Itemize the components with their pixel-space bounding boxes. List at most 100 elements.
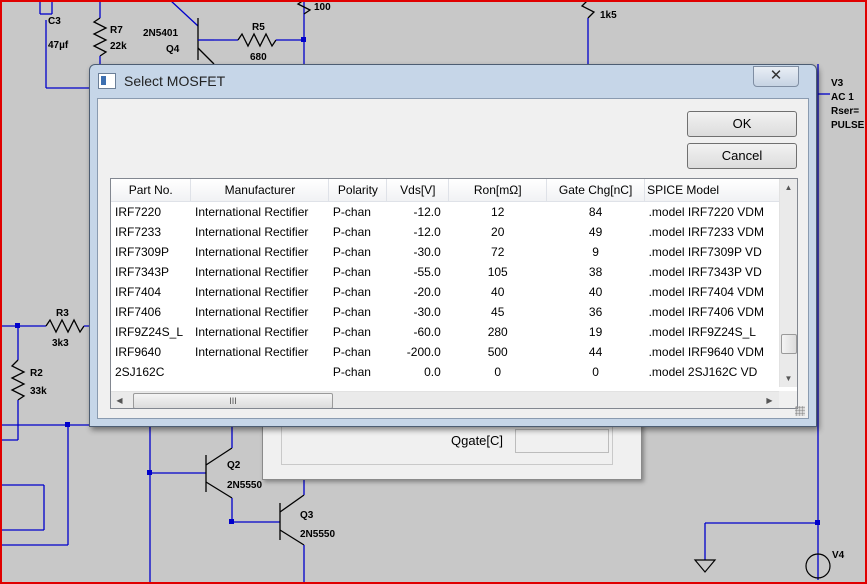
qgate-label: Qgate[C] xyxy=(451,433,504,448)
q4-type-label: 2N5401 xyxy=(143,28,178,39)
r2-value: 33k xyxy=(30,386,47,397)
cell-gate-charge: 9 xyxy=(592,245,599,259)
dialog-titlebar[interactable]: Select MOSFET ✕ xyxy=(90,65,816,95)
cell-gate-charge: 36 xyxy=(588,305,603,319)
cell-part-no: IRF7406 xyxy=(115,305,162,319)
close-icon: ✕ xyxy=(769,67,783,84)
cell-ron: 12 xyxy=(491,205,505,219)
cell-polarity: P-chan xyxy=(332,325,371,339)
table-row[interactable]: IRF7233 International Rectifier P-chan -12.… xyxy=(111,222,797,242)
resize-grip-icon[interactable] xyxy=(795,406,805,416)
q2-type-label: 2N5550 xyxy=(227,480,262,491)
cell-ron: 105 xyxy=(487,265,508,279)
v3-pulse-label: PULSE xyxy=(831,120,865,131)
cell-polarity: P-chan xyxy=(332,365,371,379)
cell-spice-model: .model IRF9640 VDM xyxy=(648,345,764,359)
table-row[interactable]: IRF7343P International Rectifier P-chan -55… xyxy=(111,262,797,282)
column-header-gate-charge[interactable]: Gate Chg[nC] xyxy=(546,179,646,202)
horizontal-scroll-thumb[interactable]: III xyxy=(133,393,333,408)
table-row[interactable]: IRF7404 International Rectifier P-chan -20.… xyxy=(111,282,797,302)
cell-ron: 0 xyxy=(494,365,502,379)
cell-part-no: IRF7220 xyxy=(115,205,162,219)
cell-vds: -20.0 xyxy=(413,285,441,299)
ok-button[interactable]: OK xyxy=(687,111,797,137)
cell-polarity: P-chan xyxy=(332,285,371,299)
c3-value: 47µf xyxy=(48,40,69,51)
cell-polarity: P-chan xyxy=(332,345,371,359)
cell-part-no: IRF7404 xyxy=(115,285,162,299)
cell-manufacturer: International Rectifier xyxy=(194,325,309,339)
column-header-vds[interactable]: Vds[V] xyxy=(386,179,450,202)
cell-manufacturer: International Rectifier xyxy=(194,245,309,259)
cell-vds: -200.0 xyxy=(406,345,441,359)
table-row[interactable]: IRF7220 International Rectifier P-chan -12.… xyxy=(111,202,797,223)
cell-spice-model: .model IRF9Z24S_L xyxy=(648,325,756,339)
r7-value: 22k xyxy=(110,41,127,52)
cell-gate-charge: 40 xyxy=(588,285,603,299)
horizontal-scrollbar[interactable]: ◀ III ▶ xyxy=(111,391,779,408)
scroll-left-icon[interactable]: ◀ xyxy=(111,392,128,408)
table-row[interactable]: IRF7406 International Rectifier P-chan -30.… xyxy=(111,302,797,322)
table-row[interactable]: IRF9640 International Rectifier P-chan -200… xyxy=(111,342,797,362)
r7-label: R7 xyxy=(110,25,123,36)
r5-label: R5 xyxy=(252,22,265,33)
dialog-title: Select MOSFET xyxy=(124,73,226,89)
v3-ac-label: AC 1 xyxy=(831,92,854,103)
right-resistor-value: 1k5 xyxy=(600,10,617,21)
cell-gate-charge: 19 xyxy=(588,325,603,339)
v4-label: V4 xyxy=(832,550,845,561)
cell-gate-charge: 49 xyxy=(588,225,603,239)
cell-ron: 40 xyxy=(491,285,505,299)
column-header-manufacturer[interactable]: Manufacturer xyxy=(190,179,330,202)
cell-manufacturer: International Rectifier xyxy=(194,225,309,239)
column-header-part-no[interactable]: Part No. xyxy=(111,179,192,202)
cancel-button[interactable]: Cancel xyxy=(687,143,797,169)
cell-ron: 20 xyxy=(491,225,505,239)
cell-vds: -12.0 xyxy=(413,205,441,219)
cell-manufacturer: International Rectifier xyxy=(194,305,309,319)
top-value-label: 100 xyxy=(314,2,331,13)
scroll-up-icon[interactable]: ▲ xyxy=(780,179,797,196)
table-row[interactable]: IRF9Z24S_L International Rectifier P-chan -… xyxy=(111,322,797,342)
dialog-client-area: OK Cancel Part No. Manufacturer Polarity… xyxy=(97,98,809,419)
cell-vds: 0.0 xyxy=(424,365,441,379)
scroll-right-icon[interactable]: ▶ xyxy=(761,392,778,408)
cell-ron: 500 xyxy=(487,345,508,359)
c3-label: C3 xyxy=(48,16,61,27)
v3-label: V3 xyxy=(831,78,844,89)
r2-label: R2 xyxy=(30,368,43,379)
cell-part-no: IRF7343P xyxy=(115,265,170,279)
cell-spice-model: .model IRF7309P VD xyxy=(648,245,762,259)
cell-ron: 45 xyxy=(491,305,505,319)
cell-part-no: 2SJ162C xyxy=(115,365,165,379)
cell-ron: 72 xyxy=(491,245,505,259)
cell-polarity: P-chan xyxy=(332,265,371,279)
mosfet-table: Part No. Manufacturer Polarity Vds[V] Ro… xyxy=(111,179,797,382)
scroll-down-icon[interactable]: ▼ xyxy=(780,370,797,387)
cell-manufacturer: International Rectifier xyxy=(194,265,309,279)
table-row[interactable]: 2SJ162C P-chan 0.0 0 0 .model 2SJ162C VD xyxy=(111,362,797,382)
app-icon xyxy=(98,73,116,89)
column-header-polarity[interactable]: Polarity xyxy=(328,179,388,202)
cell-spice-model: .model 2SJ162C VD xyxy=(648,365,758,379)
table-row[interactable]: IRF7309P International Rectifier P-chan -30… xyxy=(111,242,797,262)
cell-spice-model: .model IRF7220 VDM xyxy=(648,205,764,219)
vertical-scroll-thumb[interactable] xyxy=(781,334,797,354)
mosfet-list[interactable]: Part No. Manufacturer Polarity Vds[V] Ro… xyxy=(110,178,798,409)
cell-spice-model: .model IRF7233 VDM xyxy=(648,225,764,239)
r5-value: 680 xyxy=(250,52,267,63)
cell-spice-model: .model IRF7406 VDM xyxy=(648,305,764,319)
cell-polarity: P-chan xyxy=(332,245,371,259)
qgate-input[interactable] xyxy=(515,429,609,453)
cell-manufacturer xyxy=(191,362,329,382)
close-button[interactable]: ✕ xyxy=(753,66,799,87)
vertical-scrollbar[interactable]: ▲ ▼ xyxy=(779,179,797,387)
cell-spice-model: .model IRF7343P VD xyxy=(648,265,762,279)
v3-rser-label: Rser= xyxy=(831,106,859,117)
cell-gate-charge: 44 xyxy=(588,345,603,359)
column-header-spice-model[interactable]: SPICE Model xyxy=(644,179,797,202)
column-header-ron[interactable]: Ron[mΩ] xyxy=(448,179,548,202)
cell-part-no: IRF9640 xyxy=(115,345,162,359)
cell-part-no: IRF9Z24S_L xyxy=(115,325,184,339)
cell-spice-model: .model IRF7404 VDM xyxy=(648,285,764,299)
